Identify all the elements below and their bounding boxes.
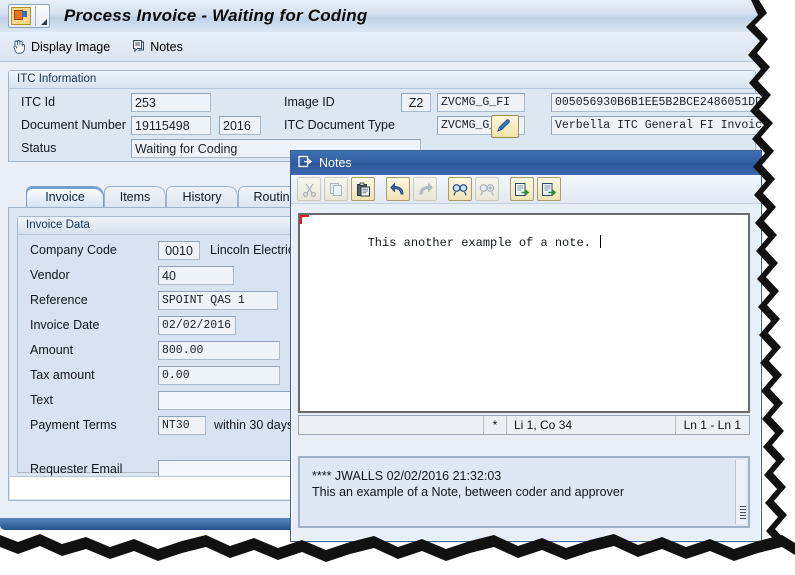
- tax-amount-field[interactable]: 0.00: [158, 366, 280, 385]
- amount-field[interactable]: 800.00: [158, 341, 280, 360]
- payment-terms-label: Payment Terms: [30, 418, 117, 432]
- notes-dialog-title-bar: Notes: [291, 151, 761, 175]
- itc-information-title: ITC Information: [9, 71, 755, 89]
- itc-id-label: ITC Id: [21, 95, 56, 109]
- tab-items[interactable]: Items: [104, 186, 166, 208]
- notes-label: Notes: [150, 39, 183, 54]
- line-range: Ln 1 - Ln 1: [674, 416, 749, 434]
- itc-document-type-text[interactable]: Verbella ITC General FI Invoic: [551, 116, 766, 135]
- notes-toolbar: [291, 175, 761, 204]
- paste-icon[interactable]: [351, 177, 375, 201]
- system-menu-button[interactable]: [8, 4, 50, 28]
- image-type-field[interactable]: ZVCMG_G_FI: [437, 93, 525, 112]
- company-code-field[interactable]: 0010: [158, 241, 200, 260]
- window-title: Process Invoice - Waiting for Coding: [64, 6, 368, 25]
- status-label: Status: [21, 141, 57, 155]
- editor-corner-marker: [300, 215, 309, 224]
- tab-invoice[interactable]: Invoice: [26, 186, 104, 208]
- display-image-button[interactable]: Display Image: [12, 39, 110, 54]
- note-text-editor[interactable]: This another example of a note.: [298, 213, 750, 413]
- payment-terms-field[interactable]: NT30: [158, 416, 206, 435]
- image-id-label: Image ID: [284, 95, 335, 109]
- chevron-down-icon: [41, 19, 47, 25]
- document-number-label: Document Number: [21, 118, 126, 132]
- itc-document-type-label: ITC Document Type: [284, 118, 395, 132]
- modified-marker: *: [484, 416, 507, 434]
- note-history-panel[interactable]: **** JWALLS 02/02/2016 21:32:03 This an …: [298, 456, 750, 528]
- undo-icon[interactable]: [386, 177, 410, 201]
- import-text-icon[interactable]: [510, 177, 534, 201]
- display-image-icon: [12, 39, 26, 54]
- requester-email-label: Requester Email: [30, 462, 123, 476]
- cut-icon[interactable]: [297, 177, 321, 201]
- note-history-header: **** JWALLS 02/02/2016 21:32:03: [312, 469, 502, 483]
- display-image-label: Display Image: [31, 39, 111, 54]
- vendor-field[interactable]: 40: [158, 266, 234, 285]
- note-editor-status-bar: * Li 1, Co 34 Ln 1 - Ln 1: [298, 415, 750, 435]
- notes-window-icon: [298, 155, 313, 171]
- cursor-position: Li 1, Co 34: [514, 418, 573, 432]
- window-title-bar: Process Invoice - Waiting for Coding: [0, 0, 760, 33]
- note-editor-content: This another example of a note.: [300, 215, 748, 264]
- invoice-date-field[interactable]: 02/02/2016: [158, 316, 236, 335]
- company-code-label: Company Code: [30, 243, 117, 257]
- itc-information-panel: ITC Information ITC Id 253 Image ID Z2 Z…: [8, 70, 766, 162]
- copy-icon[interactable]: [324, 177, 348, 201]
- amount-label: Amount: [30, 343, 74, 357]
- reference-field[interactable]: SPOINT QAS 1: [158, 291, 278, 310]
- text-caret: [599, 235, 601, 248]
- sap-system-menu-icon: [11, 7, 31, 25]
- image-guid-field[interactable]: 005056930B6B1EE5B2BCE2486051DD: [551, 93, 766, 112]
- itc-id-field[interactable]: 253: [131, 93, 211, 112]
- text-label: Text: [30, 393, 53, 407]
- notes-icon: [132, 39, 145, 54]
- find-icon[interactable]: [448, 177, 472, 201]
- screenshot-root: Process Invoice - Waiting for Coding Dis…: [0, 0, 795, 575]
- edit-document-type-button[interactable]: [491, 115, 519, 138]
- note-editor-text: This another example of a note.: [367, 236, 591, 250]
- document-number-field[interactable]: 19115498: [131, 116, 211, 135]
- export-text-icon[interactable]: [537, 177, 561, 201]
- notes-button[interactable]: Notes: [132, 39, 183, 54]
- tab-history[interactable]: History: [166, 186, 238, 208]
- invoice-date-label: Invoice Date: [30, 318, 100, 332]
- notes-dialog: Notes This another example of a note. * …: [290, 150, 762, 542]
- reference-label: Reference: [30, 293, 88, 307]
- vendor-label: Vendor: [30, 268, 70, 282]
- resize-grip-icon[interactable]: [740, 506, 746, 520]
- notes-dialog-title: Notes: [319, 156, 352, 170]
- note-history-body: This an example of a Note, between coder…: [312, 485, 624, 499]
- status-empty-cell: [299, 416, 484, 434]
- find-next-icon[interactable]: [475, 177, 499, 201]
- tax-amount-label: Tax amount: [30, 368, 95, 382]
- system-menu-divider: [35, 6, 36, 26]
- document-year-field[interactable]: 2016: [219, 116, 261, 135]
- image-id-field[interactable]: Z2: [401, 93, 431, 112]
- application-toolbar: Display Image Notes: [0, 32, 772, 62]
- redo-icon[interactable]: [413, 177, 437, 201]
